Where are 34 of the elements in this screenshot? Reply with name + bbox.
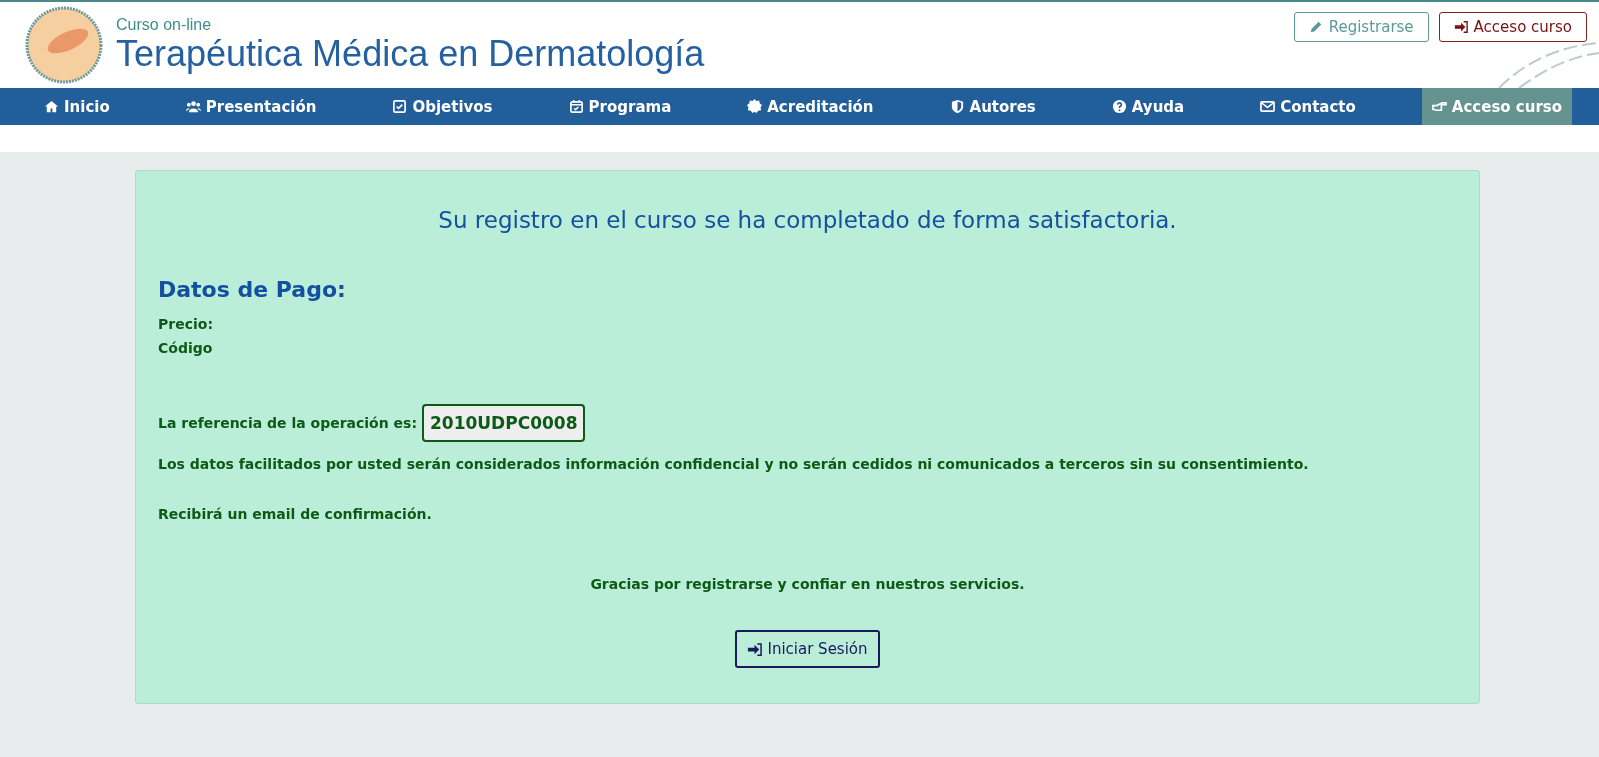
success-message: Su registro en el curso se ha completado de forma satisfactoria. [437,207,1178,233]
nav-tab[interactable]: Ayuda [1101,88,1195,125]
envelope-icon [1260,99,1276,114]
site-title: Terapéutica Médica en Dermatología [116,34,705,74]
login-button[interactable]: Acceso curso [1438,12,1587,42]
nav-tab[interactable]: Contacto [1250,88,1366,125]
privacy-notice: Los datos facilitados por usted serán considerados información confidencial y no serán cedidos ni comunicados a terceros sin su consentimiento. [158,456,1310,472]
nav-tab[interactable]: Inicio [34,88,120,125]
shield-icon [949,99,965,114]
reference-label: La referencia de la operación es: [158,415,417,431]
payment-heading: Datos de Pago: [158,277,347,302]
nav-tab[interactable]: Acceso curso [1421,88,1573,125]
login-button[interactable]: Iniciar Sesión [735,630,880,668]
site-subtitle: Curso on-line [116,16,213,35]
question-icon [1111,99,1127,114]
nav-tab[interactable]: Presentación [175,88,327,125]
users-icon [185,99,201,114]
field-label: Código [158,340,214,356]
hand-pointing-icon [1431,99,1447,114]
nav-tab[interactable]: Objetivos [382,88,503,125]
home-icon [44,99,59,114]
pencil-icon [1308,20,1323,34]
field-label: Precio: [158,316,214,332]
confirmation-note: Recibirá un email de confirmación. [158,506,433,522]
calendar-icon [568,99,584,114]
nav-tab[interactable]: Autores [939,88,1046,125]
sign-in-icon [1453,20,1468,34]
nav-tab[interactable]: Acreditación [737,88,884,125]
sign-in-icon [747,641,763,657]
reference-code: 2010UDPC0008 [422,404,586,442]
certificate-icon [747,99,763,114]
checkbox-icon [392,99,408,114]
nav-tab[interactable]: Programa [558,88,682,125]
thanks-message: Gracias por registrarse y confiar en nuestros servicios. [589,576,1026,592]
